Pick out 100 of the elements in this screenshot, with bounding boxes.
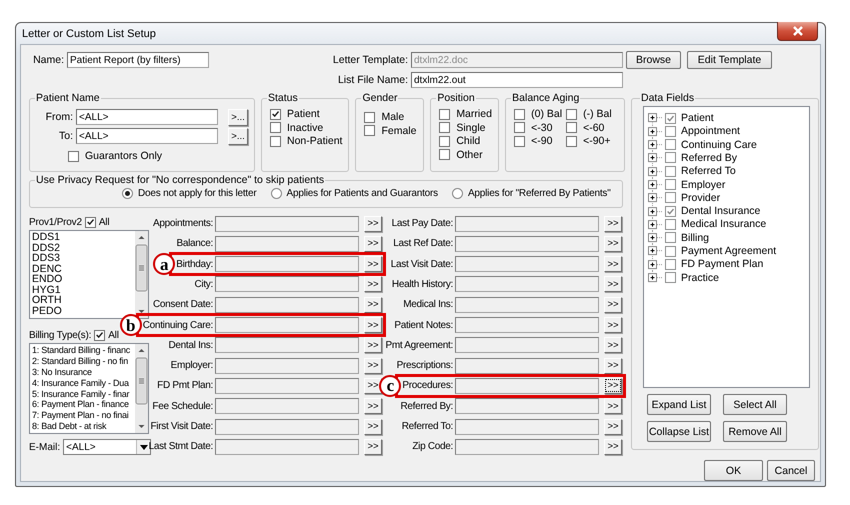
ok-button[interactable]: OK [704, 460, 763, 481]
select-button[interactable]: >> [604, 358, 622, 374]
select-button[interactable]: >> [364, 276, 382, 292]
list-action-button[interactable]: Select All [723, 394, 787, 416]
input-field[interactable] [455, 276, 599, 292]
input-field[interactable] [215, 418, 359, 435]
select-button[interactable]: >> [604, 276, 622, 292]
select-button[interactable]: >> [364, 398, 382, 414]
tree-item[interactable]: Provider [681, 192, 720, 204]
tree-item[interactable]: Patient [681, 112, 714, 124]
input-field[interactable] [215, 236, 359, 252]
input-field[interactable] [215, 438, 359, 455]
tree-item[interactable]: FD Payment Plan [681, 258, 764, 270]
input-field[interactable]: <ALL> [76, 109, 218, 126]
list-action-button[interactable]: Collapse List [647, 421, 711, 442]
input-field[interactable] [455, 216, 599, 232]
data-field-tree[interactable]: Patient Appointment Continuing Care Referred By Referred To Employer Provider Dental Insurance Medical Insurance Billing Payment Agreement FD Payment Plan Practice [643, 106, 810, 388]
list-item[interactable]: 6: Payment Plan - finance [32, 399, 133, 410]
input-field[interactable] [455, 438, 599, 455]
input-field[interactable] [215, 317, 359, 334]
checkbox[interactable] [270, 122, 281, 134]
list-item[interactable]: HYG1 [32, 284, 133, 296]
list-action-button[interactable]: Expand List [647, 394, 711, 416]
expand-icon[interactable] [648, 138, 663, 152]
select-button[interactable]: >> [364, 358, 382, 374]
select-button[interactable]: >> [604, 418, 622, 435]
input-field[interactable] [455, 378, 599, 394]
tree-item[interactable]: Practice [681, 272, 719, 284]
expand-icon[interactable] [648, 231, 663, 244]
tree-item[interactable]: Payment Agreement [681, 245, 776, 258]
input-field[interactable]: <ALL> [76, 128, 218, 144]
tree-item[interactable]: Medical Insurance [681, 218, 766, 230]
select-button[interactable]: >> [364, 418, 382, 435]
input-field[interactable]: dtxlm22.out [411, 72, 623, 88]
select-button[interactable]: >> [604, 296, 622, 313]
select-button[interactable]: >> [364, 236, 382, 252]
input-field[interactable] [455, 256, 599, 272]
tree-item[interactable]: Billing [681, 232, 710, 244]
checkbox[interactable] [665, 152, 676, 164]
tree-item[interactable]: Continuing Care [681, 138, 757, 151]
list-item[interactable]: DDS1 [32, 232, 133, 243]
select-button[interactable]: >> [364, 256, 382, 272]
expand-icon[interactable] [648, 191, 663, 205]
input-field[interactable] [455, 358, 599, 374]
checkbox[interactable] [665, 218, 676, 230]
checkbox[interactable] [364, 125, 376, 136]
radio-button[interactable] [452, 188, 463, 199]
input-field[interactable] [455, 317, 599, 334]
select-button[interactable]: >> [604, 216, 622, 232]
checkbox[interactable] [439, 136, 450, 147]
radio-button[interactable] [270, 188, 282, 199]
select-button[interactable]: >> [364, 378, 382, 394]
billing-type-list[interactable] [29, 343, 149, 434]
checkbox[interactable] [665, 206, 676, 217]
checkbox[interactable] [84, 216, 96, 228]
tree-item[interactable]: Referred To [681, 165, 736, 178]
expand-icon[interactable] [648, 124, 663, 138]
list-action-button[interactable]: Remove All [723, 421, 787, 442]
list-item[interactable]: 7: Payment Plan - no finai [32, 410, 133, 422]
expand-icon[interactable] [648, 178, 663, 192]
list-item[interactable]: 3: No Insurance [32, 367, 133, 378]
tree-item[interactable]: Dental Insurance [681, 205, 760, 218]
browse-button[interactable]: >... [228, 108, 248, 126]
checkbox[interactable] [665, 258, 676, 270]
checkbox[interactable] [439, 108, 450, 120]
checkbox[interactable] [514, 108, 526, 120]
input-field[interactable] [455, 337, 599, 354]
select-button[interactable]: >> [604, 317, 622, 334]
checkbox[interactable] [270, 136, 281, 147]
select-button[interactable]: >> [364, 296, 382, 313]
tree-item[interactable]: Referred By [681, 152, 738, 164]
list-item[interactable]: DDS3 [32, 253, 133, 264]
checkbox[interactable] [665, 246, 676, 257]
input-field[interactable] [215, 337, 359, 354]
checkbox[interactable] [665, 166, 676, 177]
input-field[interactable] [215, 378, 359, 394]
checkbox[interactable] [439, 149, 450, 160]
input-field[interactable] [215, 358, 359, 374]
close-button[interactable] [777, 22, 818, 41]
expand-icon[interactable] [648, 204, 663, 218]
select-button[interactable]: >> [604, 438, 622, 455]
list-item[interactable]: 8: Bad Debt - at risk [32, 421, 133, 432]
input-field[interactable] [455, 296, 599, 313]
checkbox[interactable] [665, 232, 676, 244]
select-button[interactable]: >> [604, 398, 622, 414]
checkbox[interactable] [665, 192, 676, 204]
browse-button[interactable]: >... [228, 128, 248, 145]
select-button[interactable]: >> [364, 317, 382, 334]
checkbox[interactable] [665, 126, 676, 137]
checkbox[interactable] [68, 150, 79, 162]
list-item[interactable]: 5: Insurance Family - finar [32, 388, 133, 400]
scrollbar[interactable] [135, 231, 148, 318]
tree-item[interactable]: Employer [681, 178, 726, 191]
radio-button[interactable] [122, 188, 133, 199]
list-item[interactable]: 2: Standard Billing - no fin [32, 356, 133, 368]
input-field[interactable] [455, 398, 599, 414]
list-item[interactable]: 4: Insurance Family - Dua [32, 378, 133, 389]
select-button[interactable]: >> [364, 438, 382, 455]
list-item[interactable]: 1: Standard Billing - financ [32, 345, 133, 356]
expand-icon[interactable] [648, 164, 663, 178]
